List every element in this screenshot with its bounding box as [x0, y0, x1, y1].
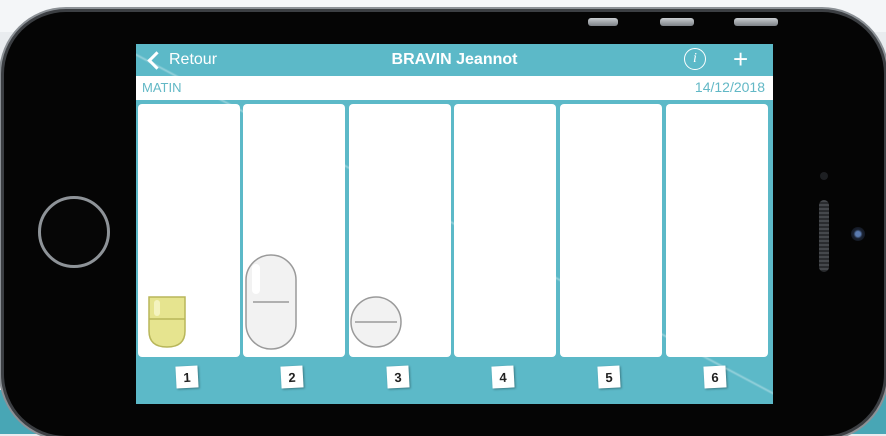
power-button: [734, 18, 778, 26]
white-oblong-tablet-icon: [245, 254, 297, 350]
app-screen: Retour BRAVIN Jeannot i + MATIN 14/12/20…: [136, 44, 773, 404]
white-round-tablet-icon: [350, 296, 402, 348]
slot-5[interactable]: [560, 104, 662, 357]
plus-icon[interactable]: +: [733, 46, 748, 72]
earpiece-speaker: [819, 200, 829, 272]
slot-3[interactable]: [349, 104, 451, 357]
volume-button: [660, 18, 694, 26]
yellow-capsule-icon: [148, 296, 186, 348]
slot-4[interactable]: [454, 104, 556, 357]
period-label: MATIN: [142, 80, 182, 95]
slot-number-2: 2: [280, 365, 304, 389]
date-label: 14/12/2018: [694, 79, 765, 95]
slot-number-1: 1: [175, 365, 199, 389]
slot-2[interactable]: [243, 104, 345, 357]
chevron-left-icon: [147, 50, 166, 70]
slot-6[interactable]: [666, 104, 768, 357]
slot-number-3: 3: [386, 365, 410, 389]
pill-slots: 1 2 3 4 5 6: [136, 100, 773, 404]
page-title: BRAVIN Jeannot: [391, 51, 518, 68]
navigation-bar: Retour BRAVIN Jeannot i +: [136, 44, 773, 76]
slot-1[interactable]: [138, 104, 240, 357]
back-button[interactable]: Retour: [146, 44, 217, 76]
back-label: Retour: [169, 51, 218, 68]
info-icon[interactable]: i: [684, 48, 706, 70]
slot-number-5: 5: [597, 365, 621, 389]
volume-button: [588, 18, 618, 26]
proximity-sensor: [851, 227, 865, 241]
slot-number-4: 4: [491, 365, 515, 389]
slot-number-6: 6: [703, 365, 727, 389]
period-bar: MATIN 14/12/2018: [136, 76, 773, 100]
front-camera: [820, 172, 828, 180]
home-button[interactable]: [38, 196, 110, 268]
